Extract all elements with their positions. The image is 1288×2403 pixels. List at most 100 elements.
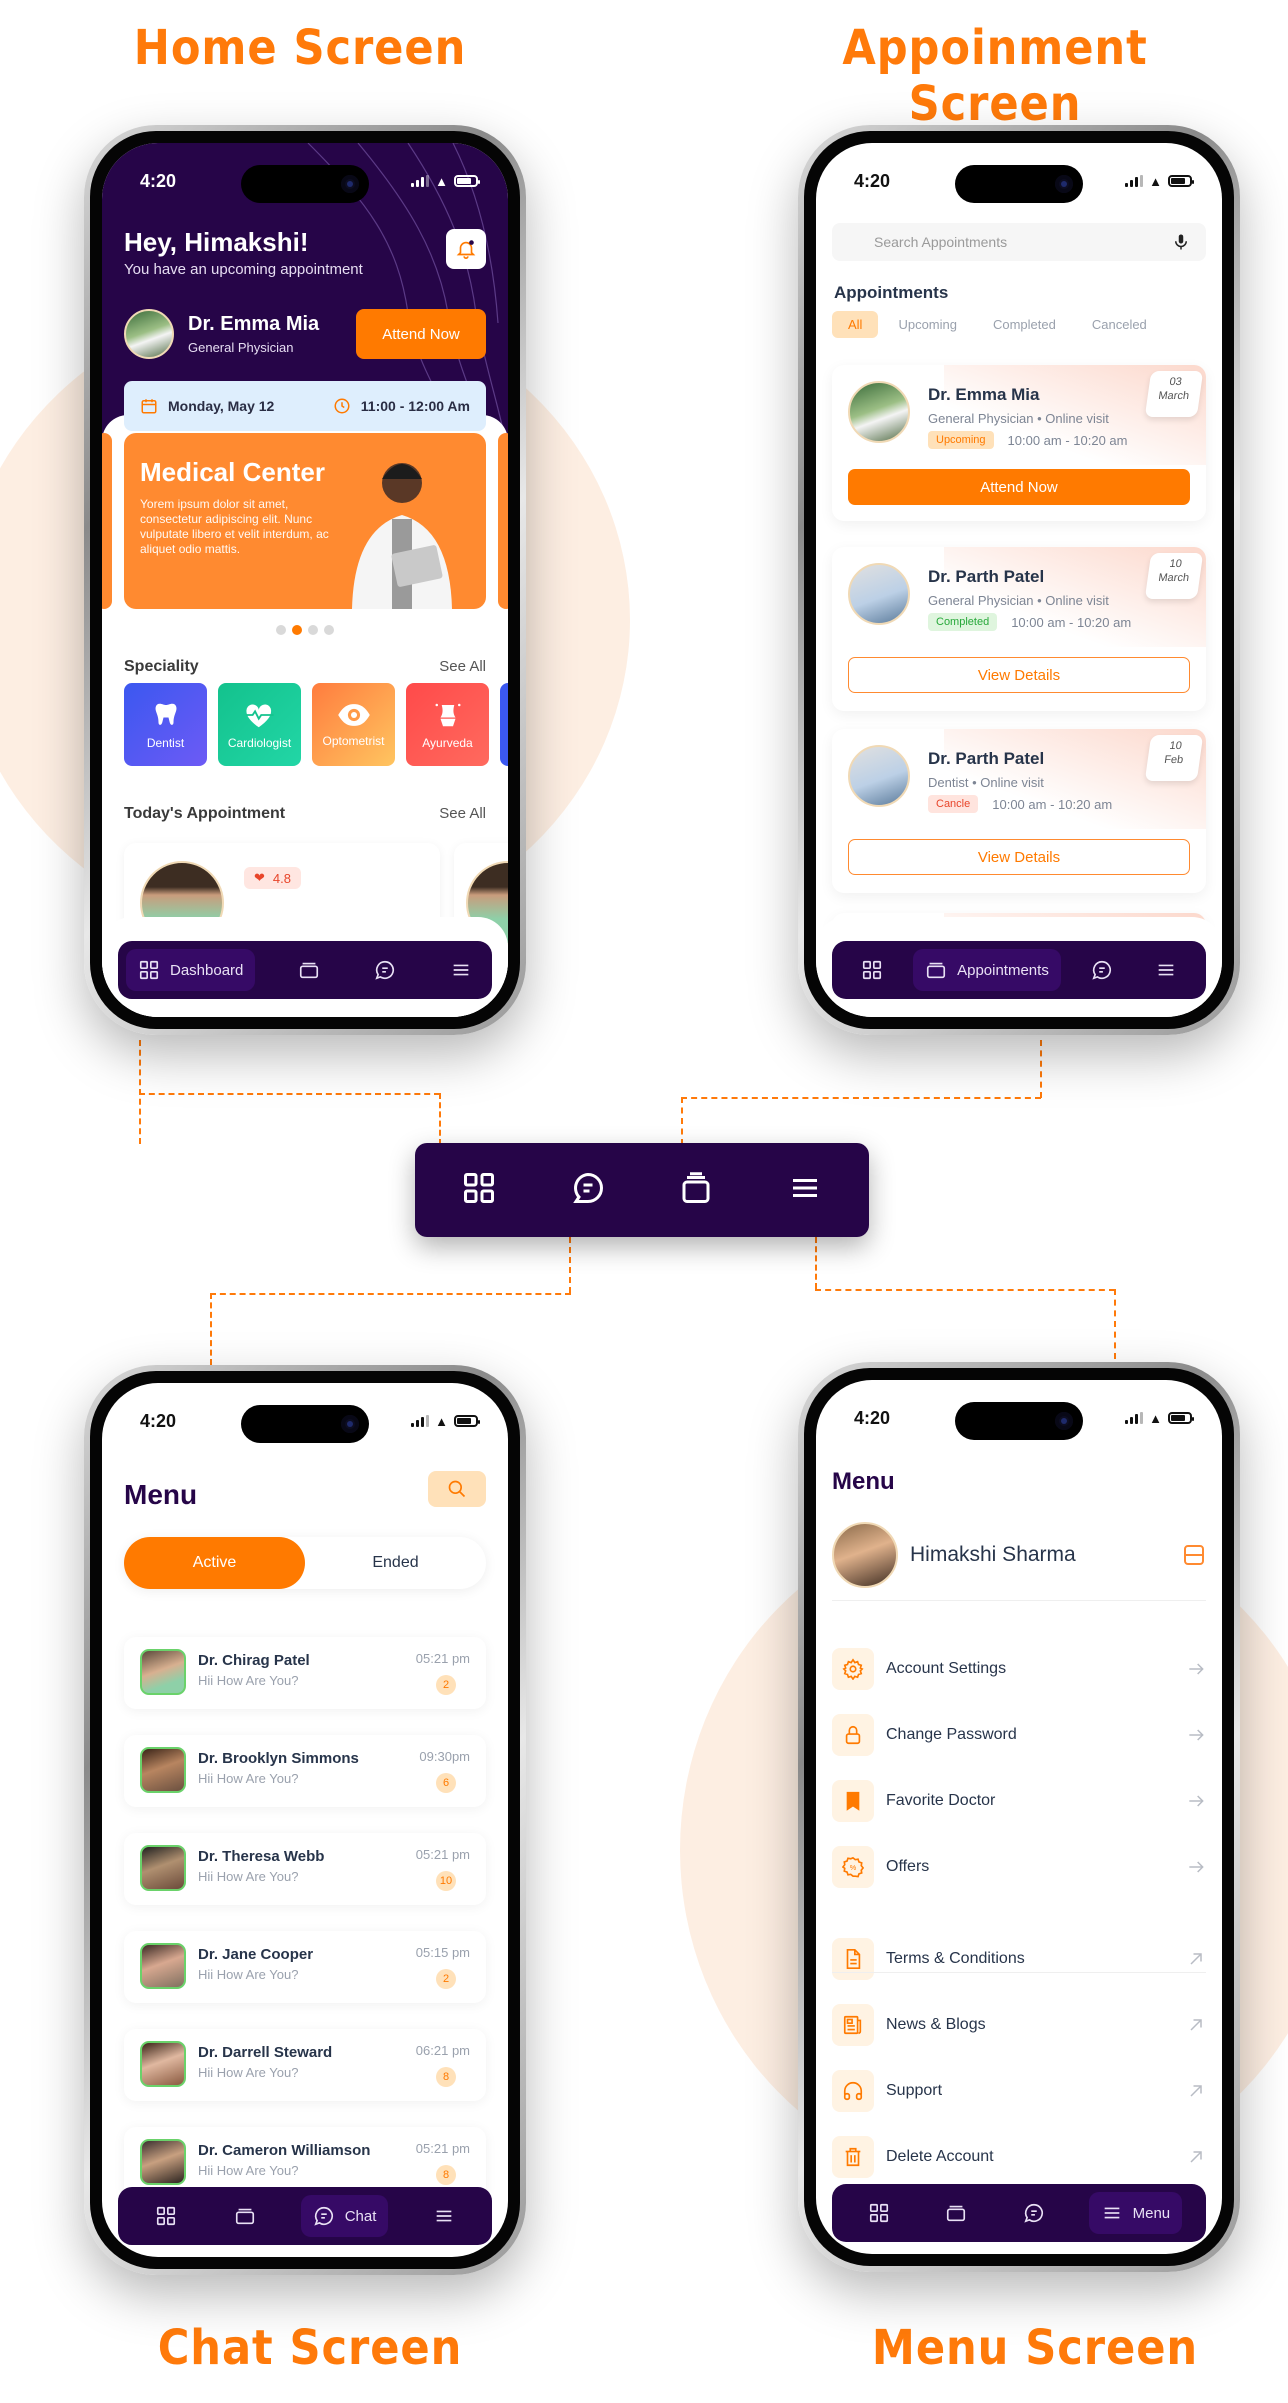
tab-upcoming[interactable]: Upcoming [882,311,973,338]
speciality-header: Speciality See All [124,658,486,676]
microphone-icon[interactable] [1172,232,1190,252]
nav-menu[interactable] [1143,949,1189,991]
chat-doctor-name: Dr. Brooklyn Simmons [198,1750,359,1767]
connector-chat-h [210,1293,571,1295]
speciality-dentist[interactable]: Dentist [124,683,207,766]
status-badge-upcoming: Upcoming [928,431,994,449]
tab-all[interactable]: All [832,311,879,338]
appointment-card[interactable]: Dr. Emma Mia General Physician • Online … [832,365,1206,521]
connector-menu-v2 [1114,1289,1116,1359]
chat-list-item[interactable]: Dr. Darrell Steward Hii How Are You? 06:21… [124,2029,486,2101]
attend-now-button[interactable]: Attend Now [356,309,486,359]
carousel-dot-active[interactable] [292,625,302,635]
signal-icon [1125,175,1144,187]
speciality-see-all[interactable]: See All [439,658,486,676]
banner-next-edge[interactable] [498,433,508,609]
status-time: 4:20 [854,1407,891,1428]
nav-menu[interactable]: Menu [1088,2192,1183,2234]
chat-list-item[interactable]: Dr. Theresa Webb Hii How Are You? 05:21 pm… [124,1833,486,1905]
segment-active[interactable]: Active [124,1537,305,1589]
nav-appointments[interactable]: Appointments [913,949,1061,991]
bottom-nav-container: Menu [816,2168,1222,2254]
tab-completed[interactable]: Completed [977,311,1072,338]
nav-label: Appointments [957,961,1049,979]
dashboard-grid-icon[interactable] [461,1170,497,1211]
bottom-nav: Chat [118,2187,492,2245]
nav-chat[interactable] [1011,2192,1057,2234]
home-screen: 4:20 ▲ Hey, Himakshi! You have an upcomi… [102,143,508,1017]
nav-appointments[interactable] [286,949,332,991]
scan-icon[interactable] [1182,1543,1206,1567]
arrow-right-icon [1189,1729,1204,1741]
today-see-all[interactable]: See All [439,805,486,823]
nav-dashboard[interactable] [143,2195,189,2237]
appointment-phone: 4:20 ▲ Search Appointments Appointments … [798,125,1240,1035]
chat-bubble-icon[interactable] [570,1170,606,1211]
nav-chat[interactable] [1079,949,1125,991]
search-button[interactable] [428,1471,486,1507]
speciality-more[interactable] [500,683,508,766]
chat-time: 05:21 pm [415,1847,470,1862]
notification-button[interactable] [446,229,486,269]
chat-time: 06:21 pm [415,2043,470,2058]
nav-appointments[interactable] [222,2195,268,2237]
connector-appt-v [1040,1040,1042,1098]
menu-item-terms-conditions[interactable]: Terms & Conditions [832,1938,1206,1980]
menu-hamburger-icon[interactable] [787,1170,823,1211]
nav-dashboard[interactable] [849,949,895,991]
menu-screen: 4:20 ▲ Menu Himakshi Sharma Account Sett… [816,1380,1222,2254]
menu-item-account-settings[interactable]: Account Settings [832,1648,1206,1690]
menu-item-change-password[interactable]: Change Password [832,1714,1206,1756]
segment-ended[interactable]: Ended [305,1537,486,1589]
nav-menu[interactable] [438,949,484,991]
speciality-ayurveda[interactable]: Ayurveda [406,683,489,766]
menu-item-label: News & Blogs [886,2016,986,2033]
chat-list-item[interactable]: Dr. Brooklyn Simmons Hii How Are You? 09:3… [124,1735,486,1807]
speciality-label: Optometrist [322,733,385,748]
carousel-dot[interactable] [308,625,318,635]
menu-item-label: Account Settings [886,1660,1007,1677]
carousel-dot[interactable] [324,625,334,635]
chat-doctor-name: Dr. Cameron Williamson [198,2142,371,2159]
carousel-dot[interactable] [276,625,286,635]
tooth-icon [155,703,176,725]
speciality-cardiologist[interactable]: Cardiologist [218,683,301,766]
appointment-card[interactable]: Dr. Parth Patel General Physician • Onli… [832,547,1206,711]
nav-appointments[interactable] [933,2192,979,2234]
appointment-card[interactable]: Dr. Parth Patel Dentist • Online visit C… [832,729,1206,893]
chat-time: 09:30pm [419,1749,470,1764]
nav-dashboard[interactable]: Dashboard [126,949,256,991]
nav-chat[interactable] [362,949,408,991]
chat-list-item[interactable]: Dr. Chirag Patel Hii How Are You? 05:21 pm… [124,1637,486,1709]
nav-chat[interactable]: Chat [300,2195,389,2237]
chat-list-item[interactable]: Dr. Jane Cooper Hii How Are You? 05:15 pm 2 [124,1931,486,2003]
doctor-avatar [848,745,910,807]
menu-hamburger-icon [1104,2207,1119,2219]
menu-item-favorite-doctor[interactable]: Favorite Doctor [832,1780,1206,1822]
unread-count-badge: 2 [436,1675,456,1695]
banner-prev-edge[interactable] [102,433,112,609]
view-details-button[interactable]: View Details [848,657,1190,693]
chat-time: 05:21 pm [415,2141,470,2156]
tab-canceled[interactable]: Canceled [1076,311,1163,338]
bell-icon [456,240,476,259]
menu-item-support[interactable]: Support [832,2070,1206,2112]
search-appointments-input[interactable]: Search Appointments [832,223,1206,261]
appointments-stack-icon[interactable] [678,1170,714,1211]
speciality-label: Ayurveda [422,735,473,750]
connector-chat-v [569,1237,571,1293]
view-details-button[interactable]: View Details [848,839,1190,875]
menu-item-news-blogs[interactable]: News & Blogs [832,2004,1206,2046]
dashboard-grid-icon [156,2206,175,2226]
user-profile[interactable]: Himakshi Sharma [832,1522,1206,1588]
appointment-tabs: All Upcoming Completed Canceled [832,311,1163,338]
nav-menu[interactable] [421,2195,467,2237]
promo-banner[interactable]: Medical Center Yorem ipsum dolor sit ame… [124,433,486,609]
attend-now-button[interactable]: Attend Now [848,469,1190,505]
nav-dashboard[interactable] [856,2192,902,2234]
speciality-optometrist[interactable]: Optometrist [312,683,395,766]
chat-time: 05:21 pm [415,1651,470,1666]
menu-item-offers[interactable]: % Offers [832,1846,1206,1888]
doctor-avatar [140,2041,186,2087]
today-appointment-header: Today's Appointment See All [124,805,486,823]
